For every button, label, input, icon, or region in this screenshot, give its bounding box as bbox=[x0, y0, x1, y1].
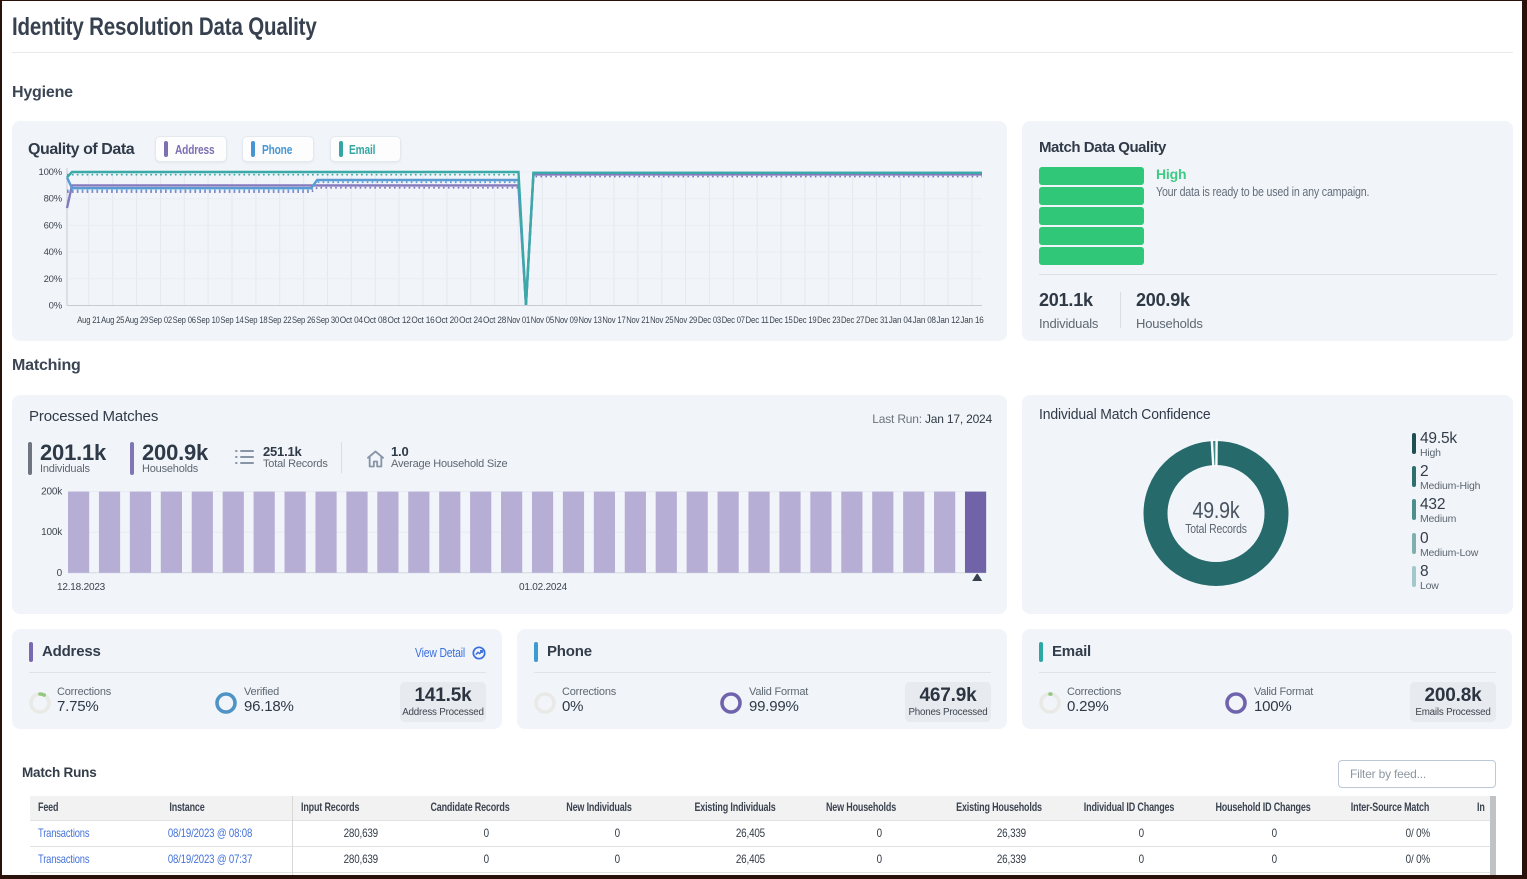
svg-text:80%: 80% bbox=[44, 194, 63, 205]
svg-text:Nov 01: Nov 01 bbox=[507, 315, 530, 325]
svg-text:Oct 24: Oct 24 bbox=[459, 315, 482, 325]
svg-text:Dec 27: Dec 27 bbox=[841, 315, 864, 325]
svg-text:Oct 12: Oct 12 bbox=[388, 315, 411, 325]
svg-text:Nov 25: Nov 25 bbox=[650, 315, 673, 325]
svg-text:Sep 14: Sep 14 bbox=[220, 315, 243, 325]
svg-text:Nov 21: Nov 21 bbox=[626, 315, 649, 325]
svg-text:Jan 04: Jan 04 bbox=[889, 315, 912, 325]
svg-text:40%: 40% bbox=[44, 247, 63, 258]
svg-text:Sep 06: Sep 06 bbox=[173, 315, 196, 325]
svg-text:Dec 15: Dec 15 bbox=[769, 315, 792, 325]
svg-text:Nov 29: Nov 29 bbox=[674, 315, 697, 325]
svg-text:Sep 02: Sep 02 bbox=[149, 315, 172, 325]
svg-text:Jan 08: Jan 08 bbox=[913, 315, 936, 325]
svg-text:Sep 30: Sep 30 bbox=[316, 315, 339, 325]
svg-text:100k: 100k bbox=[41, 527, 63, 538]
svg-text:Dec 23: Dec 23 bbox=[817, 315, 840, 325]
svg-text:Jan 12: Jan 12 bbox=[937, 315, 960, 325]
svg-text:01.02.2024: 01.02.2024 bbox=[519, 582, 568, 593]
svg-text:12.18.2023: 12.18.2023 bbox=[57, 582, 106, 593]
svg-text:20%: 20% bbox=[44, 274, 63, 285]
svg-text:Aug 21: Aug 21 bbox=[77, 315, 100, 325]
svg-text:Nov 13: Nov 13 bbox=[578, 315, 601, 325]
svg-text:0: 0 bbox=[57, 568, 63, 579]
svg-text:Nov 09: Nov 09 bbox=[555, 315, 578, 325]
svg-text:Dec 03: Dec 03 bbox=[698, 315, 721, 325]
svg-text:200k: 200k bbox=[41, 487, 63, 498]
svg-text:Aug 25: Aug 25 bbox=[101, 315, 124, 325]
svg-text:Nov 05: Nov 05 bbox=[531, 315, 554, 325]
svg-text:Oct 16: Oct 16 bbox=[411, 315, 434, 325]
svg-text:Oct 28: Oct 28 bbox=[483, 315, 506, 325]
svg-text:Sep 10: Sep 10 bbox=[197, 315, 220, 325]
svg-text:60%: 60% bbox=[44, 220, 63, 231]
svg-text:Jan 16: Jan 16 bbox=[960, 315, 983, 325]
svg-text:Oct 04: Oct 04 bbox=[340, 315, 363, 325]
svg-text:Sep 22: Sep 22 bbox=[268, 315, 291, 325]
svg-text:0%: 0% bbox=[49, 301, 63, 312]
svg-text:Sep 18: Sep 18 bbox=[244, 315, 267, 325]
svg-text:Oct 08: Oct 08 bbox=[364, 315, 387, 325]
svg-text:Dec 31: Dec 31 bbox=[865, 315, 888, 325]
svg-text:Sep 26: Sep 26 bbox=[292, 315, 315, 325]
svg-text:Dec 19: Dec 19 bbox=[793, 315, 816, 325]
svg-text:Oct 20: Oct 20 bbox=[435, 315, 458, 325]
svg-text:100%: 100% bbox=[39, 167, 63, 178]
svg-text:Dec 07: Dec 07 bbox=[722, 315, 745, 325]
svg-text:Dec 11: Dec 11 bbox=[746, 315, 769, 325]
svg-text:Nov 17: Nov 17 bbox=[602, 315, 625, 325]
svg-text:Aug 29: Aug 29 bbox=[125, 315, 148, 325]
